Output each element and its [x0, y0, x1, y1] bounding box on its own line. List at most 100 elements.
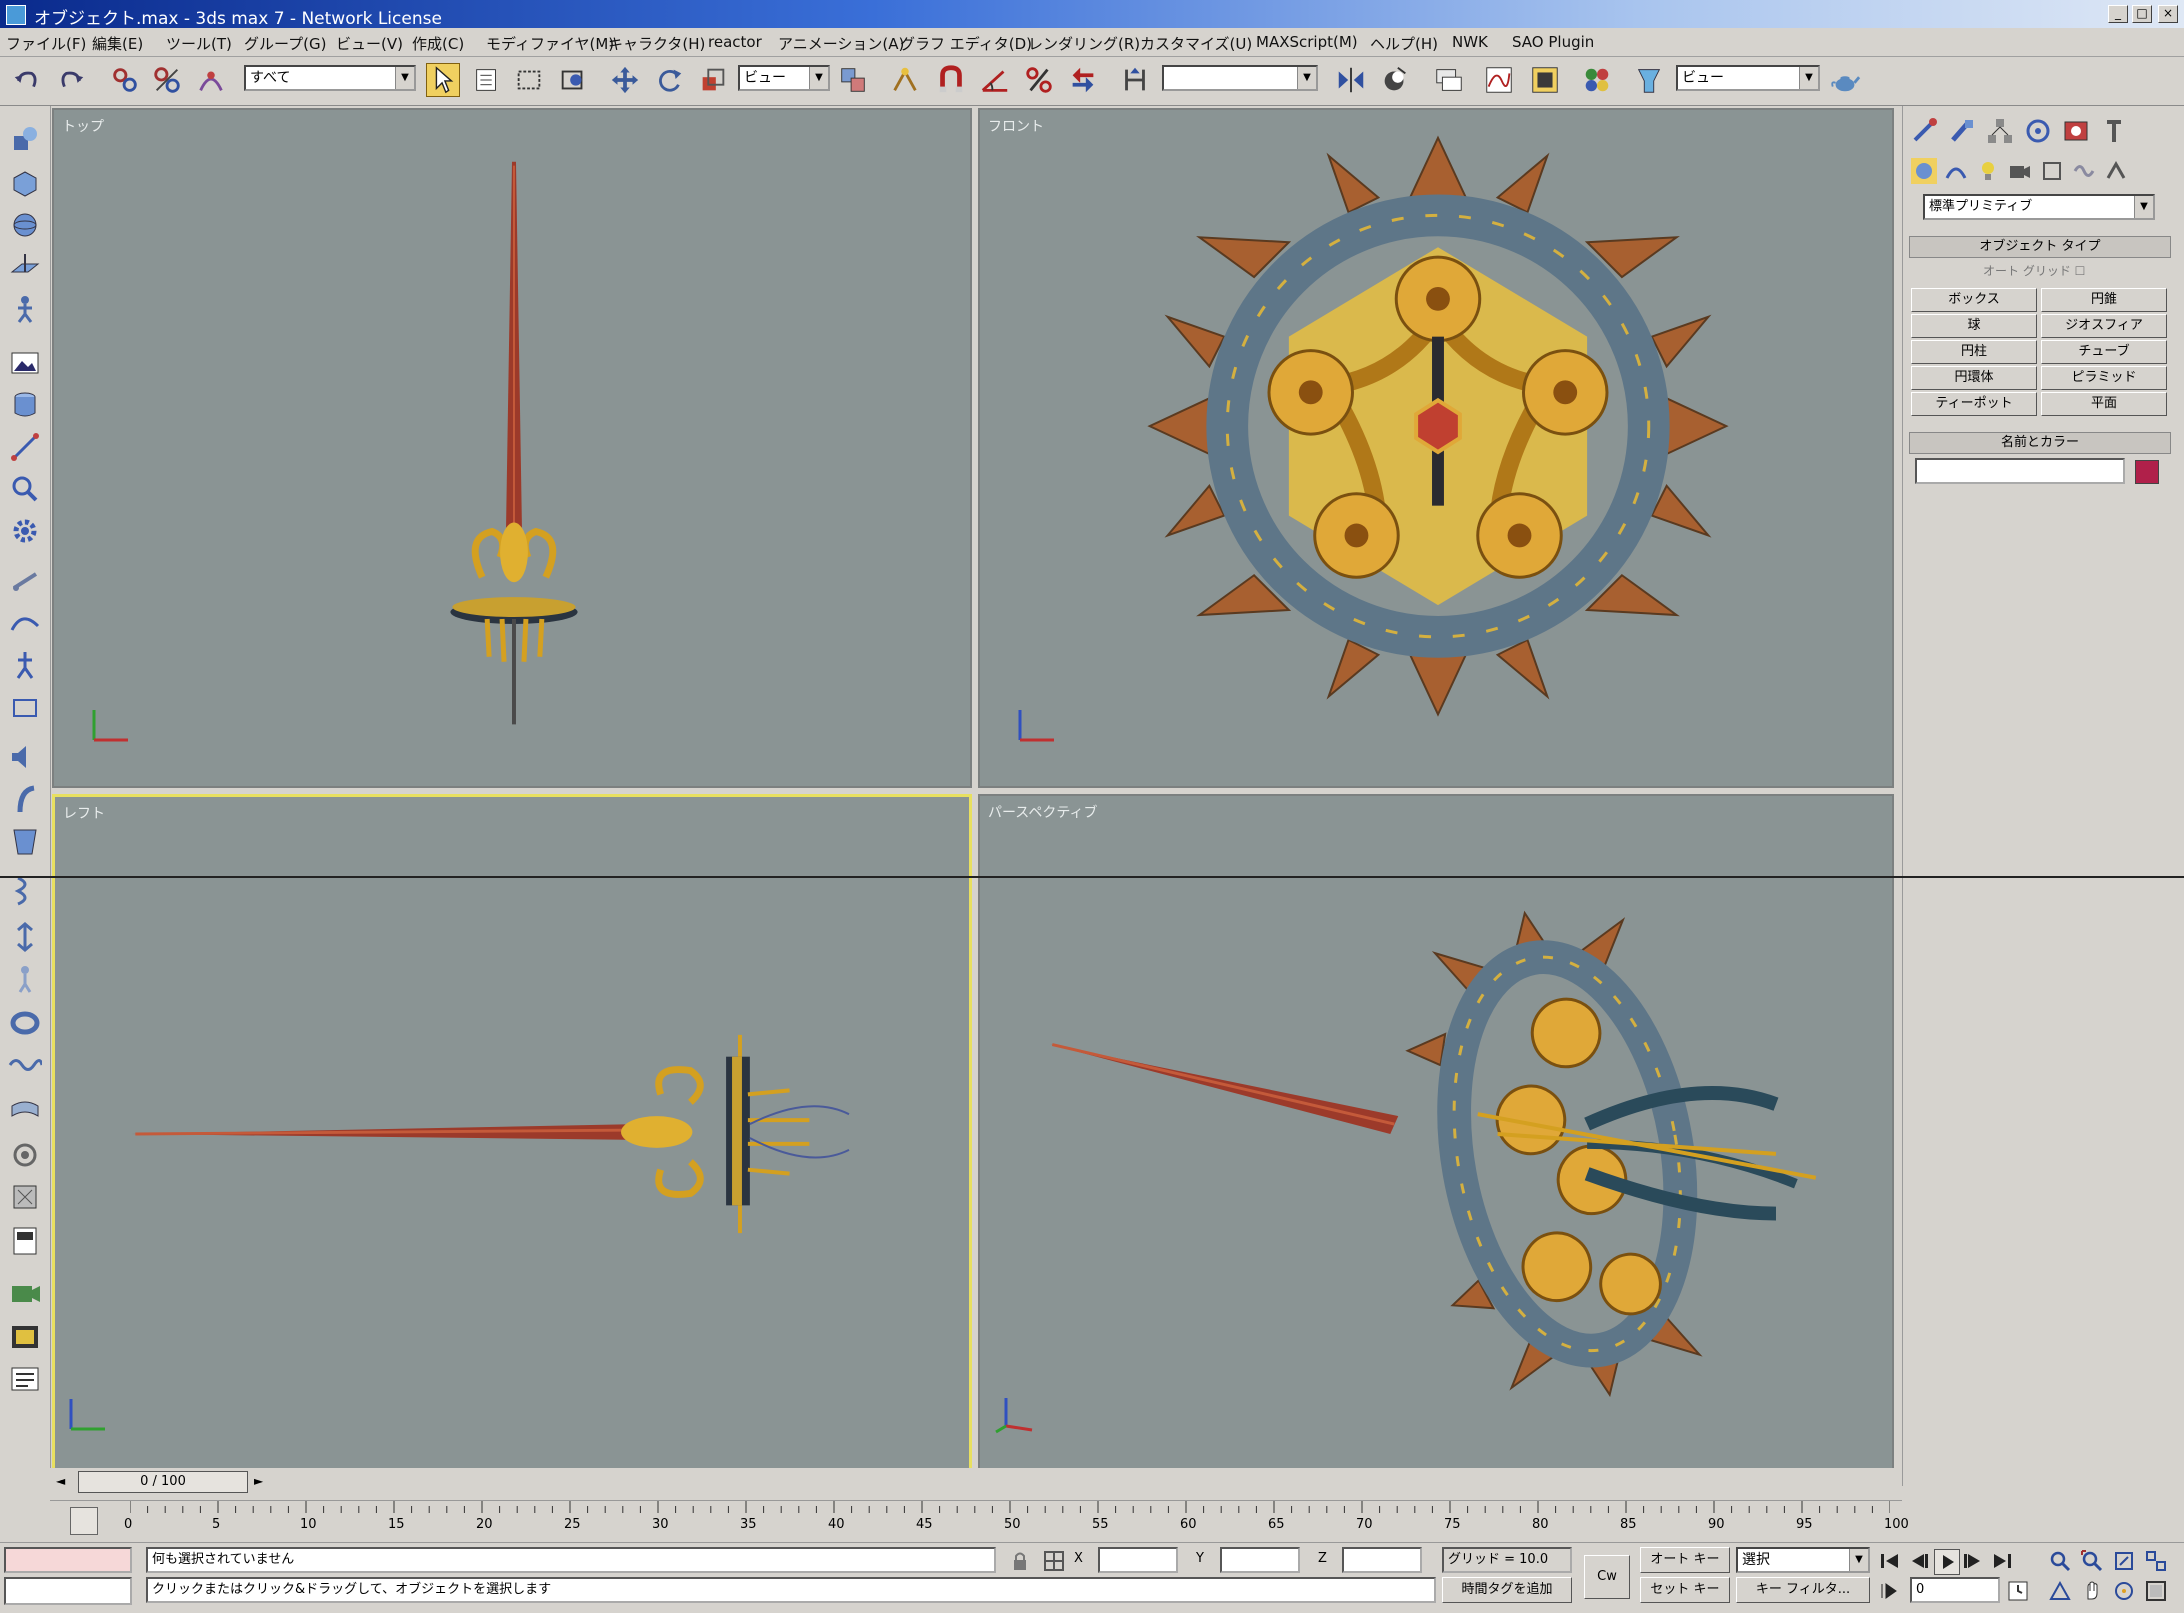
cylinder-icon[interactable]	[8, 388, 42, 422]
geometry-icon[interactable]	[1911, 158, 1937, 184]
patch-icon[interactable]	[8, 1094, 42, 1128]
minimize-button[interactable]: _	[2108, 5, 2128, 23]
maximize-button[interactable]: □	[2132, 5, 2152, 23]
plane-button[interactable]: 平面	[2041, 392, 2167, 416]
shapes-icon[interactable]	[1943, 158, 1969, 184]
zoom-extents-all-icon[interactable]	[2144, 1549, 2168, 1573]
systems-icon[interactable]	[2103, 158, 2129, 184]
line-icon[interactable]	[8, 430, 42, 464]
rollout-object-type[interactable]: オブジェクト タイプ	[1909, 236, 2171, 258]
noise-icon[interactable]	[8, 1180, 42, 1214]
named-selection-dropdown[interactable]: ▼	[1162, 65, 1318, 91]
key-filters-button[interactable]: キー フィルタ...	[1736, 1577, 1870, 1603]
teapot-button[interactable]: ティーポット	[1911, 392, 2037, 416]
torus-icon[interactable]	[8, 1006, 42, 1040]
viewport-front[interactable]: フロント	[978, 108, 1894, 788]
create-object-icon[interactable]	[8, 122, 42, 156]
menu-character[interactable]: キャラクタ(H)	[608, 33, 705, 54]
close-button[interactable]: ×	[2158, 5, 2178, 23]
box-icon[interactable]	[8, 166, 42, 200]
environment-icon[interactable]	[8, 1320, 42, 1354]
stretch-icon[interactable]	[8, 920, 42, 954]
render-setup-icon[interactable]	[8, 1362, 42, 1396]
auto-key-button[interactable]: オート キー	[1640, 1547, 1730, 1573]
hierarchy-tab-icon[interactable]	[1985, 116, 2015, 146]
object-color-swatch[interactable]	[2135, 460, 2159, 484]
menu-animation[interactable]: アニメーション(A)	[778, 33, 904, 54]
select-by-name-icon[interactable]	[470, 63, 504, 97]
display-tab-icon[interactable]	[2061, 116, 2091, 146]
dummy-icon[interactable]	[8, 690, 42, 724]
curve-editor-toggle-icon[interactable]	[70, 1507, 98, 1535]
layer-manager-icon[interactable]	[1432, 63, 1466, 97]
z-coord-field[interactable]	[1342, 1547, 1422, 1573]
utilities-tab-icon[interactable]	[2099, 116, 2129, 146]
cw-button[interactable]: Cw	[1584, 1555, 1630, 1599]
gear-icon[interactable]	[8, 514, 42, 548]
create-tab-icon[interactable]	[1909, 116, 1939, 146]
sphere-button[interactable]: 球	[1911, 314, 2037, 338]
time-slider-next-icon[interactable]: ►	[254, 1474, 263, 1488]
add-time-tag-button[interactable]: 時間タグを追加	[1442, 1577, 1572, 1603]
menu-maxscript[interactable]: MAXScript(M)	[1256, 33, 1358, 51]
select-and-move-icon[interactable]	[608, 63, 642, 97]
biped-icon[interactable]	[8, 648, 42, 682]
cameras-icon[interactable]	[2007, 158, 2033, 184]
cloth-icon[interactable]	[8, 824, 42, 858]
spline-icon[interactable]	[8, 606, 42, 640]
bind-space-warp-icon[interactable]	[194, 63, 228, 97]
snap-toggle-icon[interactable]	[934, 63, 968, 97]
key-mode-dropdown[interactable]: 選択 ▼	[1736, 1547, 1870, 1573]
previous-frame-icon[interactable]	[1906, 1549, 1930, 1573]
cone-button[interactable]: 円錐	[2041, 288, 2167, 312]
menu-sao-plugin[interactable]: SAO Plugin	[1512, 33, 1594, 51]
menu-graph-editors[interactable]: グラフ エディタ(D)	[900, 33, 1032, 54]
viewport-left[interactable]: レフト	[52, 794, 972, 1474]
figure-icon[interactable]	[8, 962, 42, 996]
render-type-dropdown[interactable]: ビュー ▼	[1676, 65, 1820, 91]
menu-reactor[interactable]: reactor	[708, 33, 762, 51]
time-slider[interactable]: ◄ 0 / 100 ►	[50, 1468, 1902, 1498]
zoom-extents-icon[interactable]	[2112, 1549, 2136, 1573]
go-to-start-icon[interactable]	[1878, 1549, 1902, 1573]
menu-file[interactable]: ファイル(F)	[6, 33, 86, 54]
next-frame-icon[interactable]	[1962, 1549, 1986, 1573]
object-name-field[interactable]	[1915, 458, 2125, 484]
arc-rotate-icon[interactable]	[2112, 1579, 2136, 1603]
maxscript-listener-pink[interactable]	[4, 1547, 132, 1573]
y-coord-field[interactable]	[1220, 1547, 1300, 1573]
undo-icon[interactable]	[10, 63, 44, 97]
pivot-center-icon[interactable]	[836, 63, 870, 97]
selection-filter-dropdown[interactable]: すべて ▼	[244, 65, 416, 91]
reference-coord-dropdown[interactable]: ビュー ▼	[738, 65, 830, 91]
bend-icon[interactable]	[8, 782, 42, 816]
twist-icon[interactable]	[8, 874, 42, 908]
select-and-scale-icon[interactable]	[696, 63, 730, 97]
image-icon[interactable]	[8, 346, 42, 380]
box-button[interactable]: ボックス	[1911, 288, 2037, 312]
maximize-viewport-icon[interactable]	[2144, 1579, 2168, 1603]
select-and-rotate-icon[interactable]	[652, 63, 686, 97]
play-animation-icon[interactable]	[1934, 1549, 1960, 1575]
time-slider-prev-icon[interactable]: ◄	[56, 1474, 65, 1488]
rollout-name-and-color[interactable]: 名前とカラー	[1909, 432, 2171, 454]
motion-tab-icon[interactable]	[2023, 116, 2053, 146]
rectangular-selection-icon[interactable]	[512, 63, 546, 97]
select-object-icon[interactable]	[426, 63, 460, 97]
schematic-view-icon[interactable]	[1528, 63, 1562, 97]
absolute-mode-icon[interactable]	[1042, 1549, 1066, 1573]
zoom-icon[interactable]	[2048, 1549, 2072, 1573]
torus-button[interactable]: 円環体	[1911, 366, 2037, 390]
menu-rendering[interactable]: レンダリング(R)	[1028, 33, 1140, 54]
camera-icon[interactable]	[8, 1276, 42, 1310]
autogrid-checkbox[interactable]: オート グリッド ☐	[1983, 262, 2085, 279]
mirror-icon[interactable]	[1334, 63, 1368, 97]
field-of-view-icon[interactable]	[2048, 1579, 2072, 1603]
sphere-icon[interactable]	[8, 208, 42, 242]
unlink-icon[interactable]	[150, 63, 184, 97]
menu-customize[interactable]: カスタマイズ(U)	[1140, 33, 1252, 54]
object-category-dropdown[interactable]: 標準プリミティブ ▼	[1923, 194, 2155, 220]
curve-editor-icon[interactable]	[1482, 63, 1516, 97]
time-slider-thumb[interactable]: 0 / 100	[78, 1471, 248, 1493]
lock-selection-icon[interactable]	[1008, 1549, 1032, 1573]
